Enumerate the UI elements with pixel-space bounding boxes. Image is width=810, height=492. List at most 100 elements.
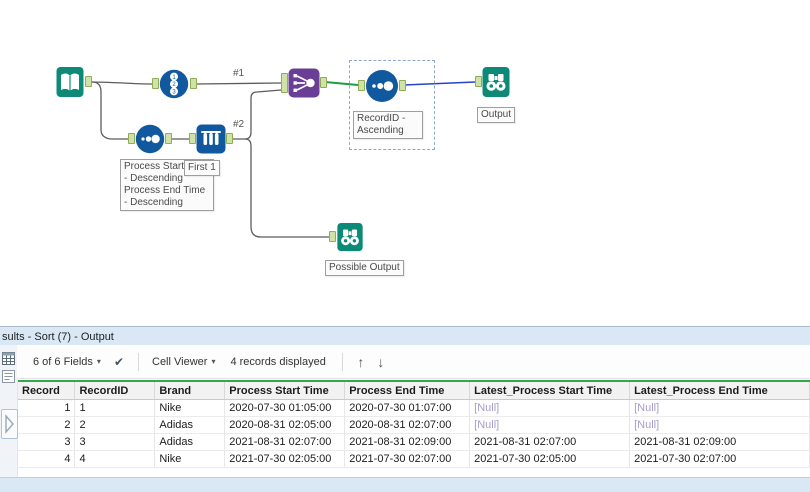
table-cell[interactable]: 3 bbox=[74, 433, 156, 451]
table-cell[interactable]: Nike bbox=[154, 450, 226, 468]
book-icon bbox=[56, 67, 84, 97]
results-left-toolbar bbox=[0, 345, 18, 478]
column-header-record[interactable]: Record bbox=[18, 382, 76, 400]
table-cell[interactable]: 2021-07-30 02:05:00 bbox=[224, 450, 346, 468]
results-toolbar: 6 of 6 Fields ▾ ✔ Cell Viewer ▾ 4 record… bbox=[17, 345, 810, 379]
union-branch-icon bbox=[288, 68, 320, 98]
annotation-recordid-ascending[interactable]: RecordID - Ascending bbox=[353, 111, 423, 139]
input-anchor[interactable] bbox=[152, 78, 159, 89]
chevron-down-icon: ▾ bbox=[96, 357, 101, 366]
output-anchor[interactable] bbox=[320, 77, 327, 88]
output-anchor[interactable] bbox=[165, 133, 172, 144]
table-cell[interactable]: 2021-07-30 02:07:00 bbox=[344, 450, 471, 468]
fields-dropdown-label: 6 of 6 Fields bbox=[33, 355, 93, 368]
table-cell[interactable]: [Null] bbox=[469, 399, 631, 417]
row-number-cell[interactable]: 2 bbox=[18, 416, 76, 434]
connection-sort1-to-union[interactable] bbox=[196, 82, 282, 85]
browse-output-tool[interactable] bbox=[482, 66, 510, 103]
annotation-possible-output[interactable]: Possible Output bbox=[325, 260, 404, 276]
connection-sample-to-union[interactable] bbox=[230, 89, 282, 140]
table-row[interactable]: 4 4 Nike 2021-07-30 02:05:00 2021-07-30 … bbox=[18, 450, 810, 468]
table-cell[interactable]: 2021-08-31 02:09:00 bbox=[629, 433, 810, 451]
table-cell[interactable]: 2021-08-31 02:07:00 bbox=[469, 433, 631, 451]
input-data-tool[interactable] bbox=[56, 66, 84, 103]
binoculars-icon bbox=[337, 222, 363, 252]
cell-viewer-label: Cell Viewer bbox=[152, 355, 208, 368]
sort-tool-1[interactable]: 1 2 3 bbox=[159, 69, 189, 104]
toolbar-separator bbox=[341, 352, 343, 371]
table-cell[interactable]: [Null] bbox=[629, 416, 810, 434]
table-cell[interactable]: [Null] bbox=[629, 399, 810, 417]
column-header-recordid[interactable]: RecordID bbox=[74, 382, 156, 400]
table-view-icon[interactable] bbox=[2, 352, 15, 370]
row-number-cell[interactable]: 3 bbox=[18, 433, 76, 451]
table-cell[interactable]: 2020-08-31 02:07:00 bbox=[344, 416, 471, 434]
connection-input-to-sort1[interactable] bbox=[91, 81, 153, 85]
results-title-text: sults - Sort (7) - Output bbox=[2, 330, 114, 343]
column-header-latest-start[interactable]: Latest_Process Start Time bbox=[469, 382, 631, 400]
sort-tool-2[interactable] bbox=[135, 124, 165, 159]
table-cell[interactable]: [Null] bbox=[469, 416, 631, 434]
fields-dropdown[interactable]: 6 of 6 Fields ▾ bbox=[28, 353, 106, 371]
table-row[interactable]: 2 2 Adidas 2020-08-31 02:05:00 2020-08-3… bbox=[18, 416, 810, 434]
output-anchor[interactable] bbox=[85, 76, 92, 87]
toolbar-separator bbox=[138, 352, 139, 371]
table-cell[interactable]: 2021-08-31 02:09:00 bbox=[344, 433, 471, 451]
annotation-first-1[interactable]: First 1 bbox=[184, 160, 220, 176]
panel-expand-button[interactable] bbox=[1, 409, 18, 439]
table-cell[interactable]: Adidas bbox=[154, 433, 226, 451]
row-number-cell[interactable]: 1 bbox=[18, 399, 76, 417]
cell-viewer-dropdown[interactable]: Cell Viewer ▾ bbox=[147, 353, 220, 371]
arrow-down-icon[interactable]: ↓ bbox=[371, 354, 391, 370]
column-header-process-end[interactable]: Process End Time bbox=[344, 382, 471, 400]
alteryx-designer-window: 1 2 3 #1 #2 Process Start Time - Descend… bbox=[0, 0, 810, 492]
table-cell[interactable]: 1 bbox=[74, 399, 156, 417]
table-cell[interactable]: 2020-08-31 02:05:00 bbox=[224, 416, 346, 434]
sample-tool[interactable] bbox=[196, 124, 226, 159]
table-cell[interactable]: 4 bbox=[74, 450, 156, 468]
results-title-bar: sults - Sort (7) - Output bbox=[0, 326, 810, 346]
records-displayed-label: 4 records displayed bbox=[230, 355, 326, 368]
header-row: Record RecordID Brand Process Start Time… bbox=[18, 382, 810, 400]
test-tubes-icon bbox=[196, 124, 226, 154]
table-row[interactable]: 3 3 Adidas 2021-08-31 02:07:00 2021-08-3… bbox=[18, 433, 810, 451]
output-anchor[interactable] bbox=[226, 133, 233, 144]
input-anchor[interactable] bbox=[189, 133, 196, 144]
binoculars-icon bbox=[482, 67, 510, 97]
results-grid: Record RecordID Brand Process Start Time… bbox=[18, 380, 810, 468]
connection-input-to-sort2[interactable] bbox=[91, 81, 128, 140]
table-cell[interactable]: 2020-07-30 01:07:00 bbox=[344, 399, 471, 417]
table-cell[interactable]: 2021-07-30 02:07:00 bbox=[629, 450, 810, 468]
input-anchor[interactable] bbox=[128, 133, 135, 144]
status-strip bbox=[0, 477, 810, 492]
annotation-output[interactable]: Output bbox=[477, 107, 516, 123]
table-cell[interactable]: 2021-07-30 02:05:00 bbox=[469, 450, 631, 468]
row-number-cell[interactable]: 4 bbox=[18, 450, 76, 468]
input-anchor[interactable] bbox=[329, 231, 336, 242]
workflow-canvas[interactable]: 1 2 3 #1 #2 Process Start Time - Descend… bbox=[0, 0, 810, 326]
browse-possible-output-tool[interactable] bbox=[336, 222, 364, 257]
results-panel: sults - Sort (7) - Output 6 of 6 Fields … bbox=[0, 326, 810, 492]
table-cell[interactable]: 2 bbox=[74, 416, 156, 434]
apply-check-button[interactable]: ✔ bbox=[114, 355, 124, 369]
column-header-latest-end[interactable]: Latest_Process End Time bbox=[629, 382, 810, 400]
column-header-process-start[interactable]: Process Start Time bbox=[224, 382, 346, 400]
sort-dots-icon bbox=[135, 124, 165, 154]
table-cell[interactable]: 2020-07-30 01:05:00 bbox=[224, 399, 346, 417]
arrow-up-icon[interactable]: ↑ bbox=[351, 354, 371, 370]
sort-tool-3-selected[interactable] bbox=[365, 69, 399, 108]
table-cell[interactable]: 2021-08-31 02:07:00 bbox=[224, 433, 346, 451]
table-cell[interactable]: Nike bbox=[154, 399, 226, 417]
sort-123-icon: 1 2 3 bbox=[159, 69, 189, 99]
table-cell[interactable]: Adidas bbox=[154, 416, 226, 434]
chevron-right-icon bbox=[5, 414, 14, 434]
input-anchor[interactable] bbox=[475, 76, 482, 87]
input-anchor[interactable] bbox=[281, 73, 288, 93]
table-row[interactable]: 1 1 Nike 2020-07-30 01:05:00 2020-07-30 … bbox=[18, 399, 810, 417]
output-anchor[interactable] bbox=[190, 78, 197, 89]
sort-dots-icon bbox=[366, 70, 398, 102]
column-header-brand[interactable]: Brand bbox=[154, 382, 226, 400]
connection-sample-to-possible-output[interactable] bbox=[244, 138, 329, 238]
union-tool[interactable] bbox=[288, 68, 320, 103]
report-view-icon[interactable] bbox=[2, 370, 15, 388]
